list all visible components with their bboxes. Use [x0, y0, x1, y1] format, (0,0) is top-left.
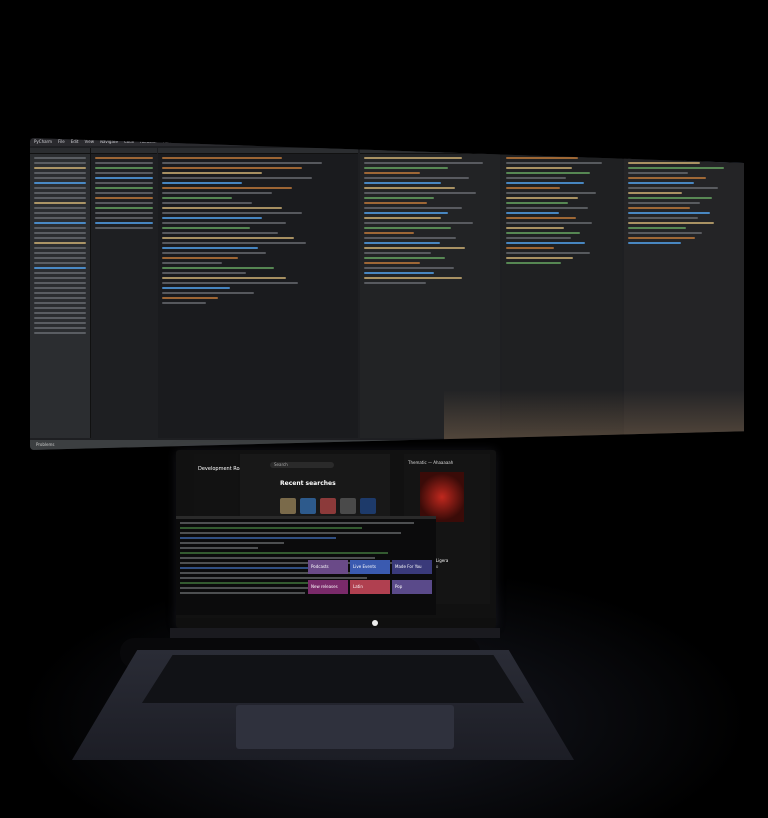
trackpad[interactable]	[236, 705, 454, 749]
album-thumbnail[interactable]	[300, 498, 316, 514]
file-tree-row[interactable]	[34, 272, 86, 274]
file-tree-row[interactable]	[34, 197, 86, 199]
editor-pane-1[interactable]	[91, 148, 157, 438]
file-tree-row[interactable]	[34, 177, 86, 179]
file-tree-row[interactable]	[34, 242, 86, 244]
file-tree-row[interactable]	[34, 237, 86, 239]
spotify-main[interactable]: Search Recent searches	[240, 454, 390, 524]
file-tree-row[interactable]	[34, 192, 86, 194]
file-tree-row[interactable]	[34, 227, 86, 229]
file-tree-row[interactable]	[34, 247, 86, 249]
spotify-sidebar[interactable]: Development Road	[194, 454, 246, 524]
file-tree-row[interactable]	[34, 217, 86, 219]
file-tree-row[interactable]	[34, 267, 86, 269]
editor-tabs[interactable]	[158, 148, 358, 154]
spotify-window-title: Development Road	[198, 466, 246, 472]
editor-pane-2[interactable]	[158, 148, 358, 438]
file-tree-row[interactable]	[34, 162, 86, 164]
album-thumbnail[interactable]	[340, 498, 356, 514]
album-thumbnail[interactable]	[360, 498, 376, 514]
statusbar-problems[interactable]: Problems	[36, 442, 54, 447]
menubar-file[interactable]: File	[58, 138, 65, 146]
ultrawide-monitor: PyCharm File Edit View Navigate Code Ref…	[30, 138, 744, 450]
genre-card-pop[interactable]: Pop	[392, 580, 432, 594]
file-tree-row[interactable]	[34, 187, 86, 189]
file-tree-row[interactable]	[34, 317, 86, 319]
now-playing-header: Thematic — Ahaaaaah	[408, 460, 454, 465]
spotify-player-bar	[176, 618, 496, 628]
file-tree-row[interactable]	[34, 287, 86, 289]
laptop-screen: Development Road Search Recent searches …	[176, 450, 496, 628]
album-thumbnail[interactable]	[320, 498, 336, 514]
file-tree-row[interactable]	[34, 297, 86, 299]
file-tree-row[interactable]	[34, 222, 86, 224]
file-tree-row[interactable]	[34, 302, 86, 304]
menubar-app-name[interactable]: PyCharm	[34, 138, 52, 146]
file-tree-row[interactable]	[34, 262, 86, 264]
file-tree-row[interactable]	[34, 232, 86, 234]
album-thumbnail[interactable]	[280, 498, 296, 514]
file-tree-row[interactable]	[34, 327, 86, 329]
keyboard[interactable]	[142, 655, 524, 703]
file-tree-row[interactable]	[34, 212, 86, 214]
file-tree-row[interactable]	[34, 282, 86, 284]
file-tree-header	[30, 148, 90, 154]
laptop-hinge	[170, 628, 500, 638]
file-tree-row[interactable]	[34, 182, 86, 184]
play-pause-icon[interactable]	[372, 620, 378, 626]
photo-scene: PyCharm File Edit View Navigate Code Ref…	[0, 0, 768, 818]
genre-card-podcasts[interactable]: Podcasts	[308, 560, 348, 574]
editor-tabs[interactable]	[91, 148, 157, 154]
file-tree-row[interactable]	[34, 172, 86, 174]
file-tree-row[interactable]	[34, 157, 86, 159]
file-tree-row[interactable]	[34, 322, 86, 324]
file-tree-row[interactable]	[34, 312, 86, 314]
file-tree-row[interactable]	[34, 292, 86, 294]
file-tree-row[interactable]	[34, 257, 86, 259]
now-playing-artwork	[420, 472, 464, 522]
genre-card-new-releases[interactable]: New releases	[308, 580, 348, 594]
file-tree-row[interactable]	[34, 277, 86, 279]
spotify-search-input[interactable]: Search	[270, 462, 334, 468]
genre-card-live-events[interactable]: Live Events	[350, 560, 390, 574]
file-tree-row[interactable]	[34, 307, 86, 309]
file-tree-row[interactable]	[34, 202, 86, 204]
genre-card-made-for-you[interactable]: Made For You	[392, 560, 432, 574]
recent-searches-title: Recent searches	[280, 480, 336, 487]
file-tree-row[interactable]	[34, 252, 86, 254]
file-tree-row[interactable]	[34, 207, 86, 209]
genre-card-latin[interactable]: Latin	[350, 580, 390, 594]
file-tree-row[interactable]	[34, 332, 86, 334]
file-tree-row[interactable]	[34, 167, 86, 169]
project-file-tree[interactable]	[30, 148, 91, 438]
